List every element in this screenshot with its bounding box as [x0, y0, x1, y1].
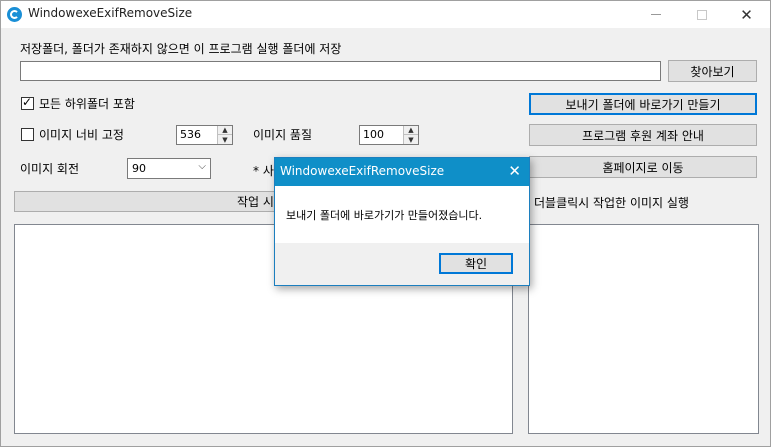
stepper-up-icon[interactable]: ▲ [218, 126, 232, 135]
quality-stepper-arrows: ▲ ▼ [403, 126, 418, 144]
width-value: 536 [180, 128, 201, 141]
dialog-close-icon[interactable]: ✕ [508, 162, 521, 180]
save-folder-label: 저장폴더, 폴더가 존재하지 않으면 이 프로그램 실행 폴더에 저장 [20, 42, 342, 56]
stepper-down-icon[interactable]: ▼ [404, 135, 418, 144]
homepage-button[interactable]: 홈페이지로 이동 [529, 156, 757, 178]
window-title: WindowexeExifRemoveSize [28, 6, 193, 20]
rotate-value: 90 [132, 162, 146, 175]
result-image-list[interactable] [528, 224, 759, 434]
chevron-down-icon: ⌵ [198, 161, 206, 172]
note-text: * 사 [253, 164, 274, 178]
double-click-hint: 더블클릭시 작업한 이미지 실행 [534, 196, 689, 210]
quality-value: 100 [363, 128, 384, 141]
dialog-message: 보내기 폴더에 바로가기가 만들어졌습니다. [286, 209, 483, 222]
close-icon: ✕ [740, 5, 753, 24]
rotate-label: 이미지 회전 [20, 162, 80, 176]
include-subfolders-label: 모든 하위폴더 포함 [39, 97, 135, 111]
maximize-icon [696, 9, 707, 20]
donation-info-button[interactable]: 프로그램 후원 계좌 안내 [529, 124, 757, 146]
dialog-body: 보내기 폴더에 바로가기가 만들어졌습니다. [275, 186, 529, 243]
dialog-footer: 확인 [275, 243, 529, 285]
save-folder-input[interactable] [20, 61, 661, 81]
close-button[interactable]: ✕ [724, 1, 769, 28]
include-subfolders-checkbox[interactable] [21, 95, 34, 110]
rotate-select[interactable]: 90 ⌵ [127, 158, 211, 179]
fix-width-label: 이미지 너비 고정 [39, 128, 124, 142]
stepper-up-icon[interactable]: ▲ [404, 126, 418, 135]
width-stepper[interactable]: 536 ▲ ▼ [176, 125, 233, 145]
message-dialog: WindowexeExifRemoveSize ✕ 보내기 폴더에 바로가기가 … [274, 157, 530, 286]
dialog-title-bar[interactable]: WindowexeExifRemoveSize ✕ [275, 158, 529, 186]
app-refresh-icon [7, 7, 22, 22]
quality-label: 이미지 품질 [253, 128, 313, 142]
width-stepper-arrows: ▲ ▼ [217, 126, 232, 144]
title-bar[interactable]: WindowexeExifRemoveSize ✕ [1, 1, 770, 28]
minimize-button[interactable] [633, 1, 678, 28]
start-work-label: 작업 시 [237, 195, 274, 209]
dialog-title: WindowexeExifRemoveSize [280, 164, 445, 178]
quality-stepper[interactable]: 100 ▲ ▼ [359, 125, 419, 145]
create-shortcut-button[interactable]: 보내기 폴더에 바로가기 만들기 [529, 93, 757, 115]
fix-width-checkbox[interactable] [21, 128, 34, 141]
minimize-icon [650, 14, 661, 15]
dialog-ok-button[interactable]: 확인 [439, 253, 513, 274]
maximize-button[interactable] [679, 1, 724, 28]
stepper-down-icon[interactable]: ▼ [218, 135, 232, 144]
browse-button[interactable]: 찾아보기 [668, 60, 757, 82]
